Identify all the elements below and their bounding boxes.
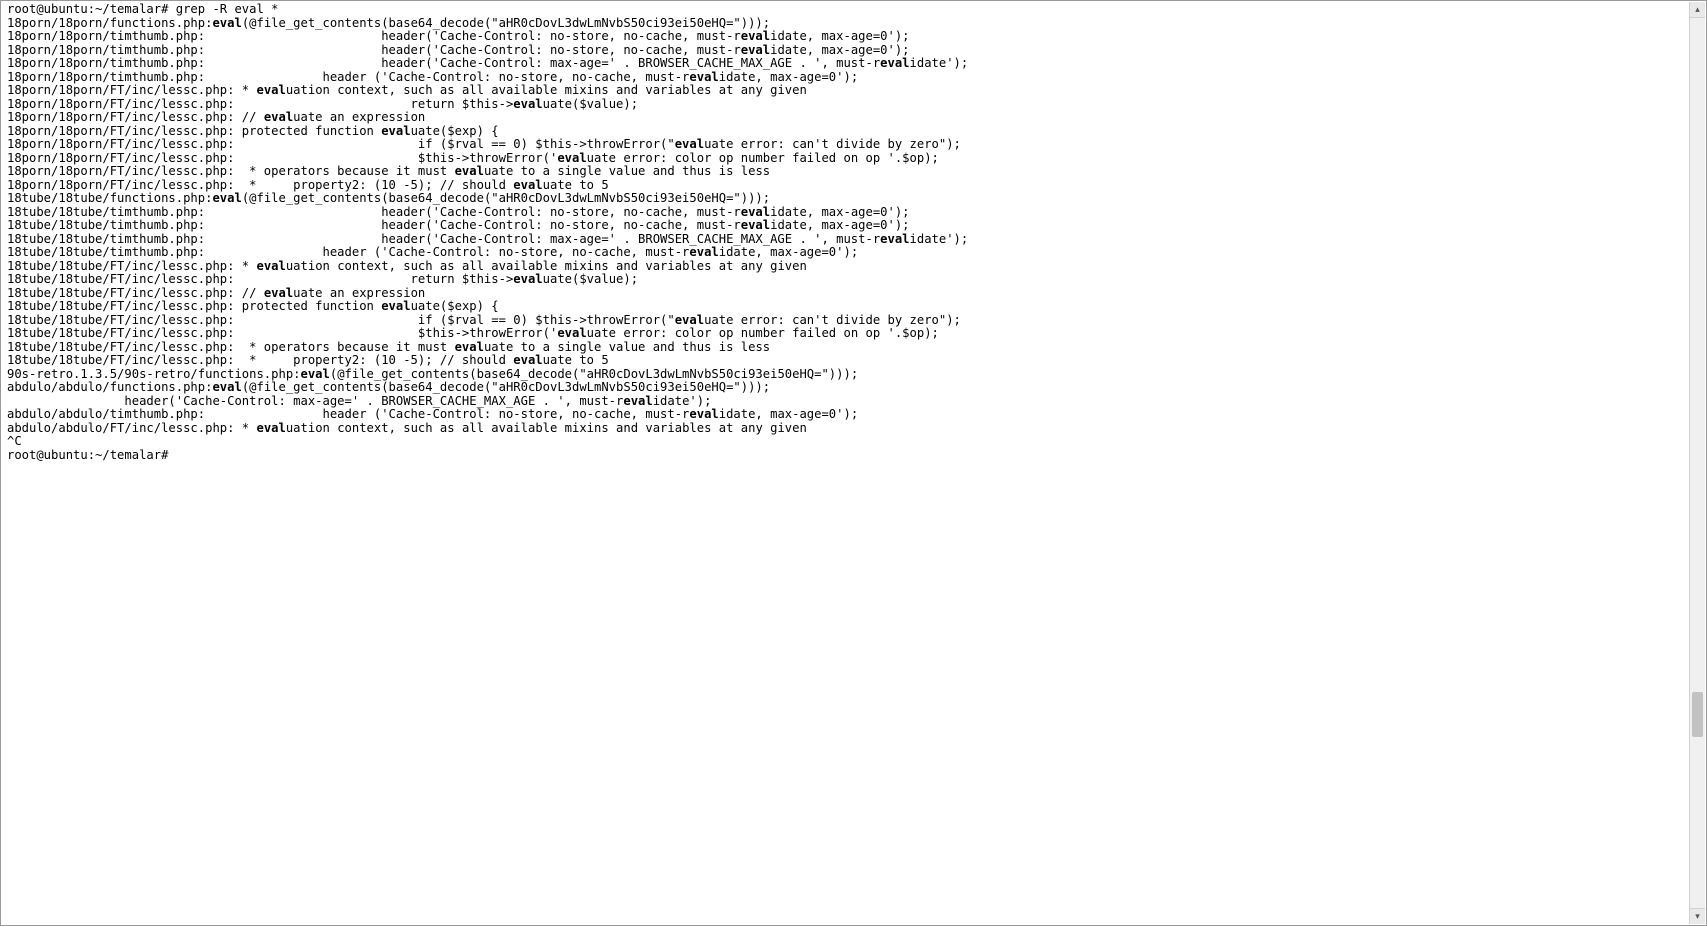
scrollbar-up-button[interactable]: ▴ [1690,2,1705,18]
chevron-up-icon: ▴ [1695,4,1700,15]
scrollbar-thumb[interactable] [1692,692,1703,737]
terminal-frame: root@ubuntu:~/temalar# grep -R eval * 18… [0,0,1707,926]
chevron-down-icon: ▾ [1695,911,1700,922]
scrollbar-down-button[interactable]: ▾ [1690,908,1705,924]
terminal-output[interactable]: root@ubuntu:~/temalar# grep -R eval * 18… [7,3,1688,923]
scrollbar-track[interactable]: ▴ ▾ [1689,2,1705,924]
